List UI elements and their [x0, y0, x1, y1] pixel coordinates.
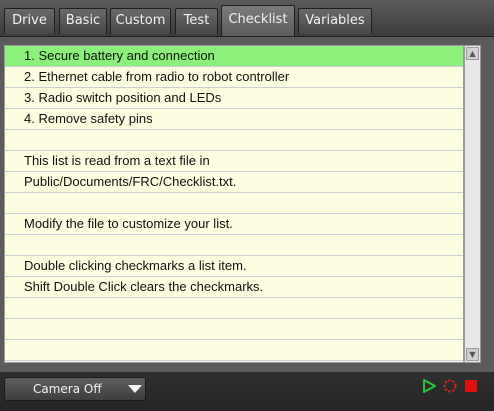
play-icon[interactable] — [421, 378, 437, 394]
tab-label: Test — [183, 13, 210, 28]
list-item[interactable]: Public/Documents/FRC/Checklist.txt. — [5, 172, 463, 193]
status-bar: Camera Off — [0, 372, 494, 411]
tab-variables[interactable]: Variables — [298, 8, 372, 34]
tab-label: Checklist — [228, 12, 288, 27]
tab-label: Variables — [305, 13, 365, 28]
tab-checklist[interactable]: Checklist — [221, 5, 295, 36]
list-item[interactable] — [5, 235, 463, 256]
tab-label: Basic — [65, 13, 101, 28]
tab-basic[interactable]: Basic — [59, 8, 107, 34]
checklist-window: Drive Basic Custom Test Checklist Variab… — [0, 0, 494, 411]
checklist-list[interactable]: 1. Secure battery and connection 2. Ethe… — [4, 45, 464, 363]
list-item[interactable]: 4. Remove safety pins — [5, 109, 463, 130]
tab-test[interactable]: Test — [175, 8, 218, 34]
list-item[interactable] — [5, 130, 463, 151]
checklist-panel: 1. Secure battery and connection 2. Ethe… — [0, 36, 494, 373]
list-item[interactable]: Shift Double Click clears the checkmarks… — [5, 277, 463, 298]
list-scrollbar[interactable]: ▲ ▼ — [464, 45, 481, 363]
list-item[interactable]: 1. Secure battery and connection — [5, 46, 463, 67]
tab-label: Drive — [12, 13, 47, 28]
list-item[interactable]: This list is read from a text file in — [5, 151, 463, 172]
tab-custom[interactable]: Custom — [110, 8, 171, 34]
dropdown-arrow-icon — [128, 385, 142, 393]
list-item[interactable] — [5, 193, 463, 214]
tab-label: Custom — [115, 13, 166, 28]
tab-bar: Drive Basic Custom Test Checklist Variab… — [0, 0, 494, 36]
list-item[interactable]: Double clicking checkmarks a list item. — [5, 256, 463, 277]
scroll-down-icon[interactable]: ▼ — [466, 348, 479, 361]
list-item[interactable]: 2. Ethernet cable from radio to robot co… — [5, 67, 463, 88]
list-item[interactable] — [5, 340, 463, 361]
camera-select[interactable]: Camera Off — [4, 377, 146, 401]
list-item[interactable]: 3. Radio switch position and LEDs — [5, 88, 463, 109]
loading-spinner-icon — [443, 379, 457, 393]
list-item[interactable] — [5, 319, 463, 340]
list-item[interactable]: Modify the file to customize your list. — [5, 214, 463, 235]
camera-select-value: Camera Off — [33, 382, 102, 396]
list-item[interactable] — [5, 298, 463, 319]
stop-icon[interactable] — [463, 378, 479, 394]
scroll-up-icon[interactable]: ▲ — [466, 47, 479, 60]
tab-drive[interactable]: Drive — [4, 8, 55, 34]
